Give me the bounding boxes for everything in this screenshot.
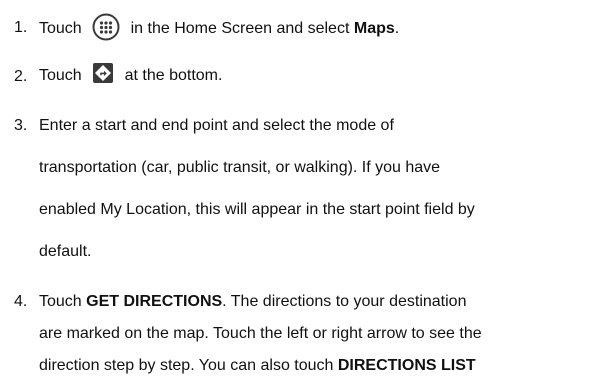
step-3-line-3: enabled My Location, this will appear in… bbox=[39, 201, 475, 218]
apps-grid-icon bbox=[92, 13, 120, 41]
step-text: Touch bbox=[39, 20, 82, 38]
step-text: direction step by step. You can also tou… bbox=[39, 357, 334, 374]
step-3-line-2: transportation (car, public transit, or … bbox=[39, 159, 441, 176]
directions-icon bbox=[93, 63, 114, 83]
directions-list-label: DIRECTIONS LIST bbox=[337, 357, 476, 374]
step-text: in the Home Screen and select bbox=[130, 20, 350, 38]
get-directions-label: GET DIRECTIONS bbox=[86, 293, 223, 310]
step-number: 4. bbox=[14, 293, 28, 310]
step-number: 1. bbox=[14, 19, 28, 36]
step-1-line: Touch in the Home Screen and select Maps… bbox=[39, 13, 400, 43]
step-number: 3. bbox=[14, 117, 28, 134]
instruction-steps: 1. Touch in the Home Screen and select M… bbox=[0, 0, 589, 391]
step-3-line-1: Enter a start and end point and select t… bbox=[39, 117, 394, 134]
step-text: at the bottom. bbox=[124, 67, 223, 85]
step-text: Touch bbox=[39, 293, 82, 310]
step-3-line-4: default. bbox=[39, 243, 92, 260]
step-text: Touch bbox=[39, 67, 82, 85]
step-4-line-3: direction step by step. You can also tou… bbox=[39, 356, 476, 376]
step-2-line: Touch at the bottom. bbox=[39, 63, 223, 87]
step-4-line-2: are marked on the map. Touch the left or… bbox=[39, 325, 482, 342]
step-number: 2. bbox=[14, 68, 28, 85]
punctuation: . bbox=[394, 20, 400, 38]
app-name-maps: Maps bbox=[353, 20, 395, 38]
step-4-line-1: Touch GET DIRECTIONS. The directions to … bbox=[39, 292, 466, 312]
step-text: . The directions to your destination bbox=[222, 293, 467, 310]
